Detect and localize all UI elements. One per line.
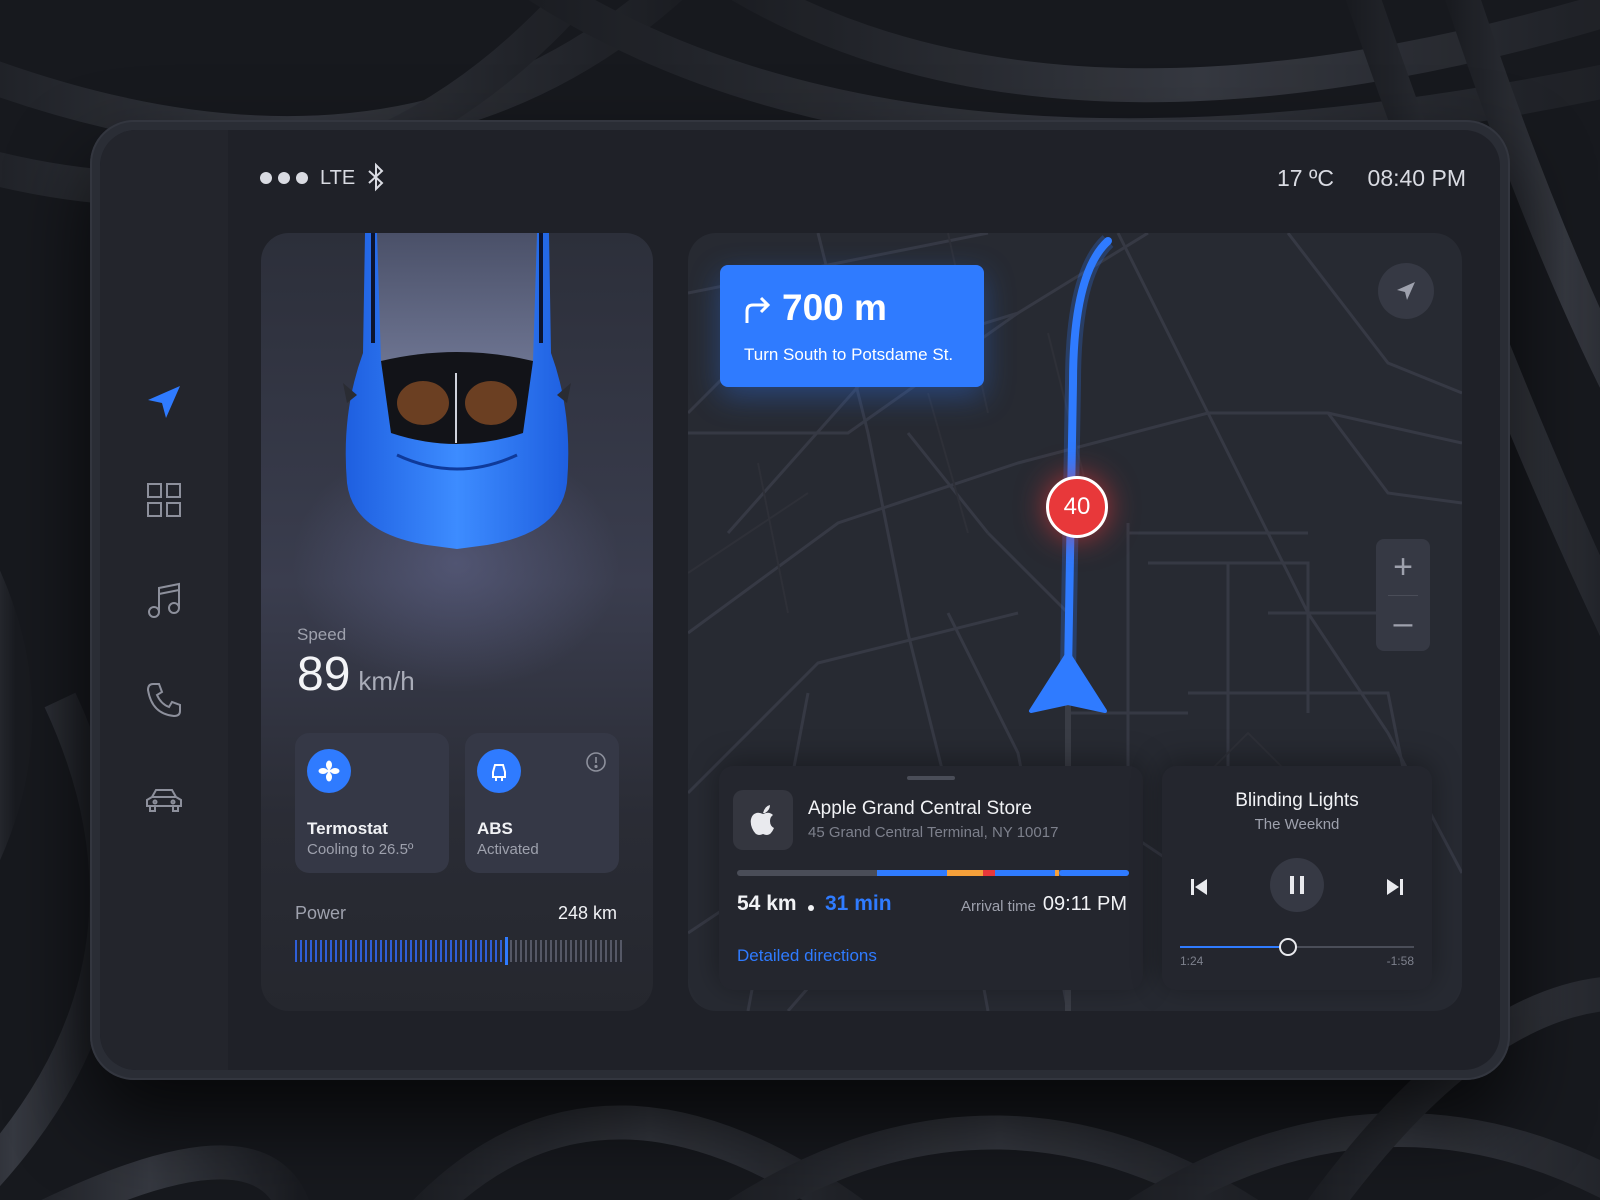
phone-icon: [146, 683, 181, 718]
speed-readout: 89 km/h: [297, 647, 415, 703]
thermostat-tile[interactable]: Termostat Cooling to 26.5º: [295, 733, 449, 873]
drag-handle[interactable]: [907, 776, 955, 780]
tile-title: Termostat: [307, 819, 388, 838]
turn-distance: 700 m: [782, 287, 887, 328]
arrival-label: Arrival time: [961, 898, 1037, 915]
sidebar-item-phone[interactable]: [138, 674, 190, 726]
music-note-icon: [148, 582, 180, 618]
detailed-directions-link[interactable]: Detailed directions: [737, 946, 877, 966]
speed-value: 89: [297, 648, 351, 701]
zoom-in-button[interactable]: +: [1376, 539, 1430, 595]
trip-distance: 54 km: [737, 892, 797, 915]
route-traffic-bar: [737, 870, 1129, 876]
music-player: Blinding Lights The Weeknd 1:24 -1:58: [1162, 766, 1432, 990]
navigation-arrow-icon: [148, 386, 180, 418]
skip-forward-icon: [1387, 879, 1403, 895]
tile-subtitle: Activated: [477, 841, 539, 858]
skip-back-icon: [1191, 879, 1207, 895]
car-icon: [146, 789, 182, 812]
fan-icon: [307, 749, 351, 793]
apple-logo-icon: [733, 790, 793, 850]
map-card: 700 m Turn South to Potsdame St. 40 + –: [688, 233, 1462, 1011]
grid-icon: [147, 483, 181, 517]
sidebar-item-music[interactable]: [138, 574, 190, 626]
sidebar-item-car[interactable]: [138, 774, 190, 826]
tile-subtitle: Cooling to 26.5º: [307, 841, 414, 858]
destination-name: Apple Grand Central Store: [808, 798, 1032, 819]
sidebar-item-apps[interactable]: [138, 474, 190, 526]
destination-address: 45 Grand Central Terminal, NY 10017: [808, 824, 1059, 841]
sidebar-item-navigation[interactable]: [138, 376, 190, 428]
previous-track-button[interactable]: [1182, 870, 1216, 904]
power-level-bar: [295, 937, 622, 965]
destination-card: Apple Grand Central Store 45 Grand Centr…: [719, 766, 1143, 990]
bluetooth-icon: [368, 162, 384, 192]
vehicle-card: Speed 89 km/h Termostat Cooling to 26.5º: [261, 233, 653, 1011]
zoom-control: + –: [1376, 539, 1430, 651]
abs-icon: [477, 749, 521, 793]
abs-tile[interactable]: ABS Activated: [465, 733, 619, 873]
status-bar: LTE 17 ºC 08:40 PM: [228, 130, 1500, 220]
next-track-button[interactable]: [1378, 870, 1412, 904]
turn-right-arrow-icon: [745, 296, 771, 323]
dashboard-device: LTE 17 ºC 08:40 PM Speed 89 km/h Termost…: [90, 120, 1510, 1080]
turn-instruction-card[interactable]: 700 m Turn South to Potsdame St.: [720, 265, 984, 387]
song-title: Blinding Lights: [1235, 790, 1359, 811]
speed-limit-sign: 40: [1046, 476, 1108, 538]
arrival-time: 09:11 PM: [1042, 893, 1127, 915]
playback-progress-track[interactable]: [1180, 938, 1414, 956]
pause-icon: [1290, 876, 1304, 894]
network-label: LTE: [320, 167, 356, 189]
car-top-view-image: [343, 233, 571, 549]
speed-label: Speed: [297, 625, 347, 644]
elapsed-time: 1:24: [1180, 954, 1204, 968]
playback-scrubber-handle[interactable]: [1278, 938, 1297, 956]
power-label: Power: [295, 903, 347, 923]
sidebar: [100, 130, 228, 1070]
song-artist: The Weeknd: [1254, 816, 1340, 833]
speed-unit: km/h: [358, 666, 415, 696]
signal-dots-icon: [260, 172, 308, 184]
playback-progress-fill: [1180, 946, 1288, 948]
location-arrow-icon: [1397, 282, 1415, 300]
dashboard-screen: LTE 17 ºC 08:40 PM Speed 89 km/h Termost…: [100, 130, 1500, 1070]
power-value: 248 km: [557, 903, 617, 923]
pause-button[interactable]: [1270, 858, 1324, 912]
alert-icon: [586, 752, 606, 772]
tile-title: ABS: [477, 819, 513, 838]
trip-duration: 31 min: [825, 892, 892, 915]
recenter-button[interactable]: [1378, 263, 1434, 319]
remaining-time: -1:58: [1386, 954, 1414, 968]
turn-instruction: Turn South to Potsdame St.: [744, 345, 954, 364]
clock: 08:40 PM: [1367, 165, 1466, 191]
temperature-readout: 17 ºC: [1277, 165, 1334, 191]
zoom-out-button[interactable]: –: [1376, 595, 1430, 651]
